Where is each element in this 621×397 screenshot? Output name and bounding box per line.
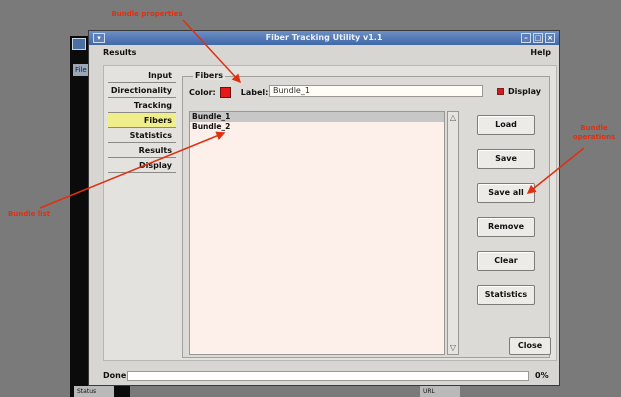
sidebar-item-fibers[interactable]: Fibers	[108, 113, 176, 128]
bundle-list-scrollbar[interactable]: △ ▽	[447, 111, 459, 355]
sidebar-item-results[interactable]: Results	[108, 143, 176, 158]
list-item[interactable]: Bundle_2	[190, 122, 444, 132]
background-status-label: Status	[74, 386, 114, 397]
menu-results[interactable]: Results	[103, 48, 136, 57]
close-window-icon[interactable]: ×	[545, 33, 555, 43]
statistics-button[interactable]: Statistics	[477, 285, 535, 305]
progress-percent: 0%	[535, 371, 549, 380]
sidebar-item-display[interactable]: Display	[108, 158, 176, 173]
bundle-label-input[interactable]: Bundle_1	[269, 85, 483, 97]
fibers-group-title: Fibers	[193, 71, 226, 80]
sidebar-item-directionality[interactable]: Directionality	[108, 83, 176, 98]
load-button[interactable]: Load	[477, 115, 535, 135]
status-text: Done	[103, 371, 127, 380]
status-bar: Done 0%	[103, 369, 557, 383]
bundle-list[interactable]: Bundle_1 Bundle_2	[189, 111, 445, 355]
window-menu-icon[interactable]: ▾	[93, 33, 105, 43]
sidebar-item-input[interactable]: Input	[108, 68, 176, 83]
remove-button[interactable]: Remove	[477, 217, 535, 237]
display-checkbox-icon[interactable]	[497, 88, 504, 95]
sidebar: Input Directionality Tracking Fibers Sta…	[108, 68, 176, 173]
background-url-label: URL	[420, 386, 460, 397]
scroll-down-icon[interactable]: ▽	[449, 343, 457, 353]
titlebar: ▾ Fiber Tracking Utility v1.1 – □ ×	[89, 31, 559, 45]
label-label: Label:	[240, 87, 269, 97]
minimize-icon[interactable]: –	[521, 33, 531, 43]
fiber-tracking-window: ▾ Fiber Tracking Utility v1.1 – □ × Resu…	[88, 30, 560, 386]
background-window-icon	[72, 38, 86, 50]
close-button[interactable]: Close	[509, 337, 551, 355]
display-label: Display	[508, 87, 541, 96]
color-label: Color:	[189, 87, 216, 97]
menu-help[interactable]: Help	[530, 48, 551, 57]
content-panel: Input Directionality Tracking Fibers Sta…	[103, 65, 557, 361]
fibers-group: Fibers Color: Label: Bundle_1 Display Bu…	[182, 71, 550, 358]
save-all-button[interactable]: Save all	[477, 183, 535, 203]
annotation-bundle-properties: Bundle properties	[111, 10, 183, 18]
scroll-up-icon[interactable]: △	[449, 113, 457, 123]
sidebar-item-tracking[interactable]: Tracking	[108, 98, 176, 113]
sidebar-item-statistics[interactable]: Statistics	[108, 128, 176, 143]
save-button[interactable]: Save	[477, 149, 535, 169]
maximize-icon[interactable]: □	[533, 33, 543, 43]
annotation-bundle-operations: Bundle operations	[572, 124, 616, 141]
display-checkbox[interactable]: Display	[497, 87, 541, 96]
color-row: Color: Label:	[189, 85, 268, 99]
menubar: Results Help	[89, 45, 559, 61]
list-item[interactable]: Bundle_1	[190, 112, 444, 122]
color-swatch[interactable]	[219, 86, 231, 98]
annotation-bundle-list: Bundle list	[7, 210, 51, 218]
window-title: Fiber Tracking Utility v1.1	[265, 33, 383, 42]
clear-button[interactable]: Clear	[477, 251, 535, 271]
progress-bar	[127, 371, 529, 381]
